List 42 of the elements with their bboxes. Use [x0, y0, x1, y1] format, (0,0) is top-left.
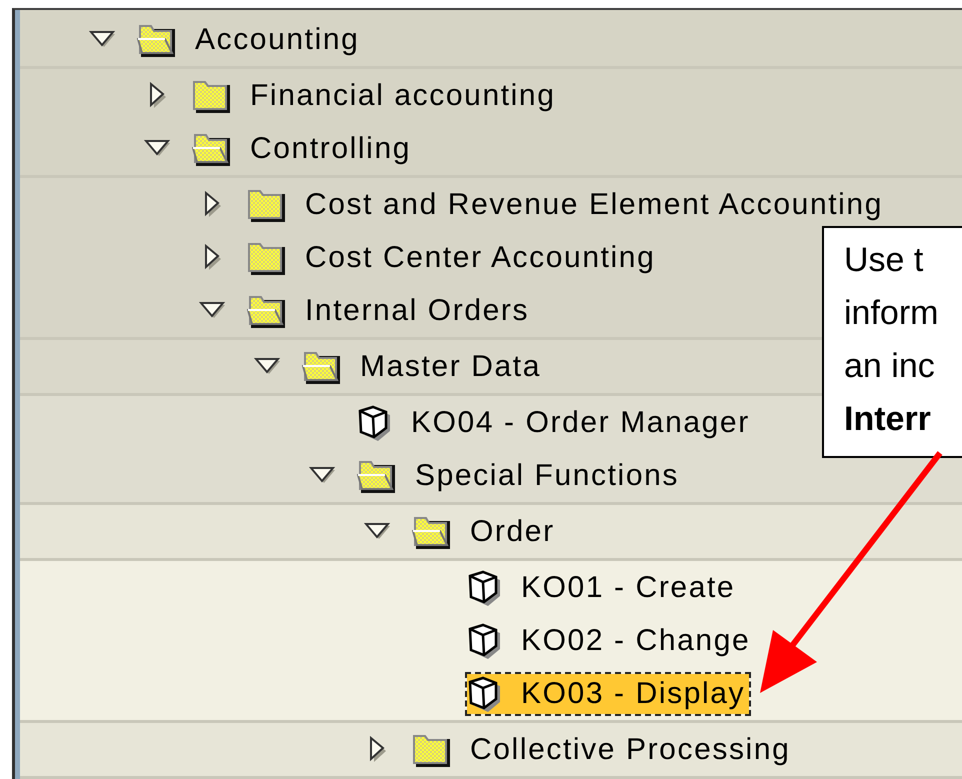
- tree-item[interactable]: KO02 - Change: [467, 620, 754, 660]
- cube-icon: [357, 404, 391, 440]
- expand-arrow-icon[interactable]: [364, 522, 392, 542]
- collapse-arrow-icon[interactable]: [204, 190, 222, 218]
- tree-item[interactable]: Master Data: [302, 348, 545, 386]
- folder-icon: [192, 78, 230, 112]
- tree-item[interactable]: Cost and Revenue Element Accounting: [247, 186, 887, 224]
- callout-text: Use t: [844, 240, 924, 281]
- tree-item[interactable]: Controlling: [192, 130, 416, 168]
- expand-arrow-icon[interactable]: [144, 138, 172, 158]
- folder-icon: [247, 188, 285, 222]
- expand-arrow-icon[interactable]: [89, 30, 117, 50]
- tree-item[interactable]: Internal Orders: [247, 292, 534, 330]
- callout-text: an inc: [844, 346, 936, 387]
- tree-item[interactable]: Financial accounting: [192, 76, 560, 114]
- cube-icon: [467, 570, 501, 606]
- cube-icon: [467, 622, 501, 658]
- open-folder-icon: [247, 294, 285, 328]
- expand-arrow-icon[interactable]: [309, 466, 337, 486]
- expand-arrow-icon[interactable]: [254, 356, 282, 376]
- tree-item[interactable]: KO03 - Display: [467, 674, 750, 714]
- callout-text: inform: [844, 293, 940, 334]
- folder-icon: [412, 732, 450, 766]
- tree-item[interactable]: KO01 - Create: [467, 568, 740, 608]
- tree-item[interactable]: Special Functions: [357, 456, 683, 494]
- tree-item[interactable]: Order: [412, 512, 559, 550]
- open-folder-icon: [302, 350, 340, 384]
- cube-icon: [467, 676, 501, 712]
- tree-item[interactable]: Accounting: [137, 20, 364, 58]
- folder-icon: [247, 240, 285, 274]
- collapse-arrow-icon[interactable]: [149, 82, 167, 110]
- open-folder-icon: [137, 22, 175, 56]
- open-folder-icon: [192, 132, 230, 166]
- tree-item[interactable]: Collective Processing: [412, 730, 794, 768]
- collapse-arrow-icon[interactable]: [204, 244, 222, 272]
- expand-arrow-icon[interactable]: [199, 300, 227, 320]
- callout-text: Interr: [844, 399, 932, 440]
- tree-item[interactable]: KO04 - Order Manager: [357, 402, 754, 442]
- tree-item[interactable]: Cost Center Accounting: [247, 238, 660, 276]
- open-folder-icon: [412, 514, 450, 548]
- collapse-arrow-icon[interactable]: [369, 736, 387, 764]
- open-folder-icon: [357, 458, 395, 492]
